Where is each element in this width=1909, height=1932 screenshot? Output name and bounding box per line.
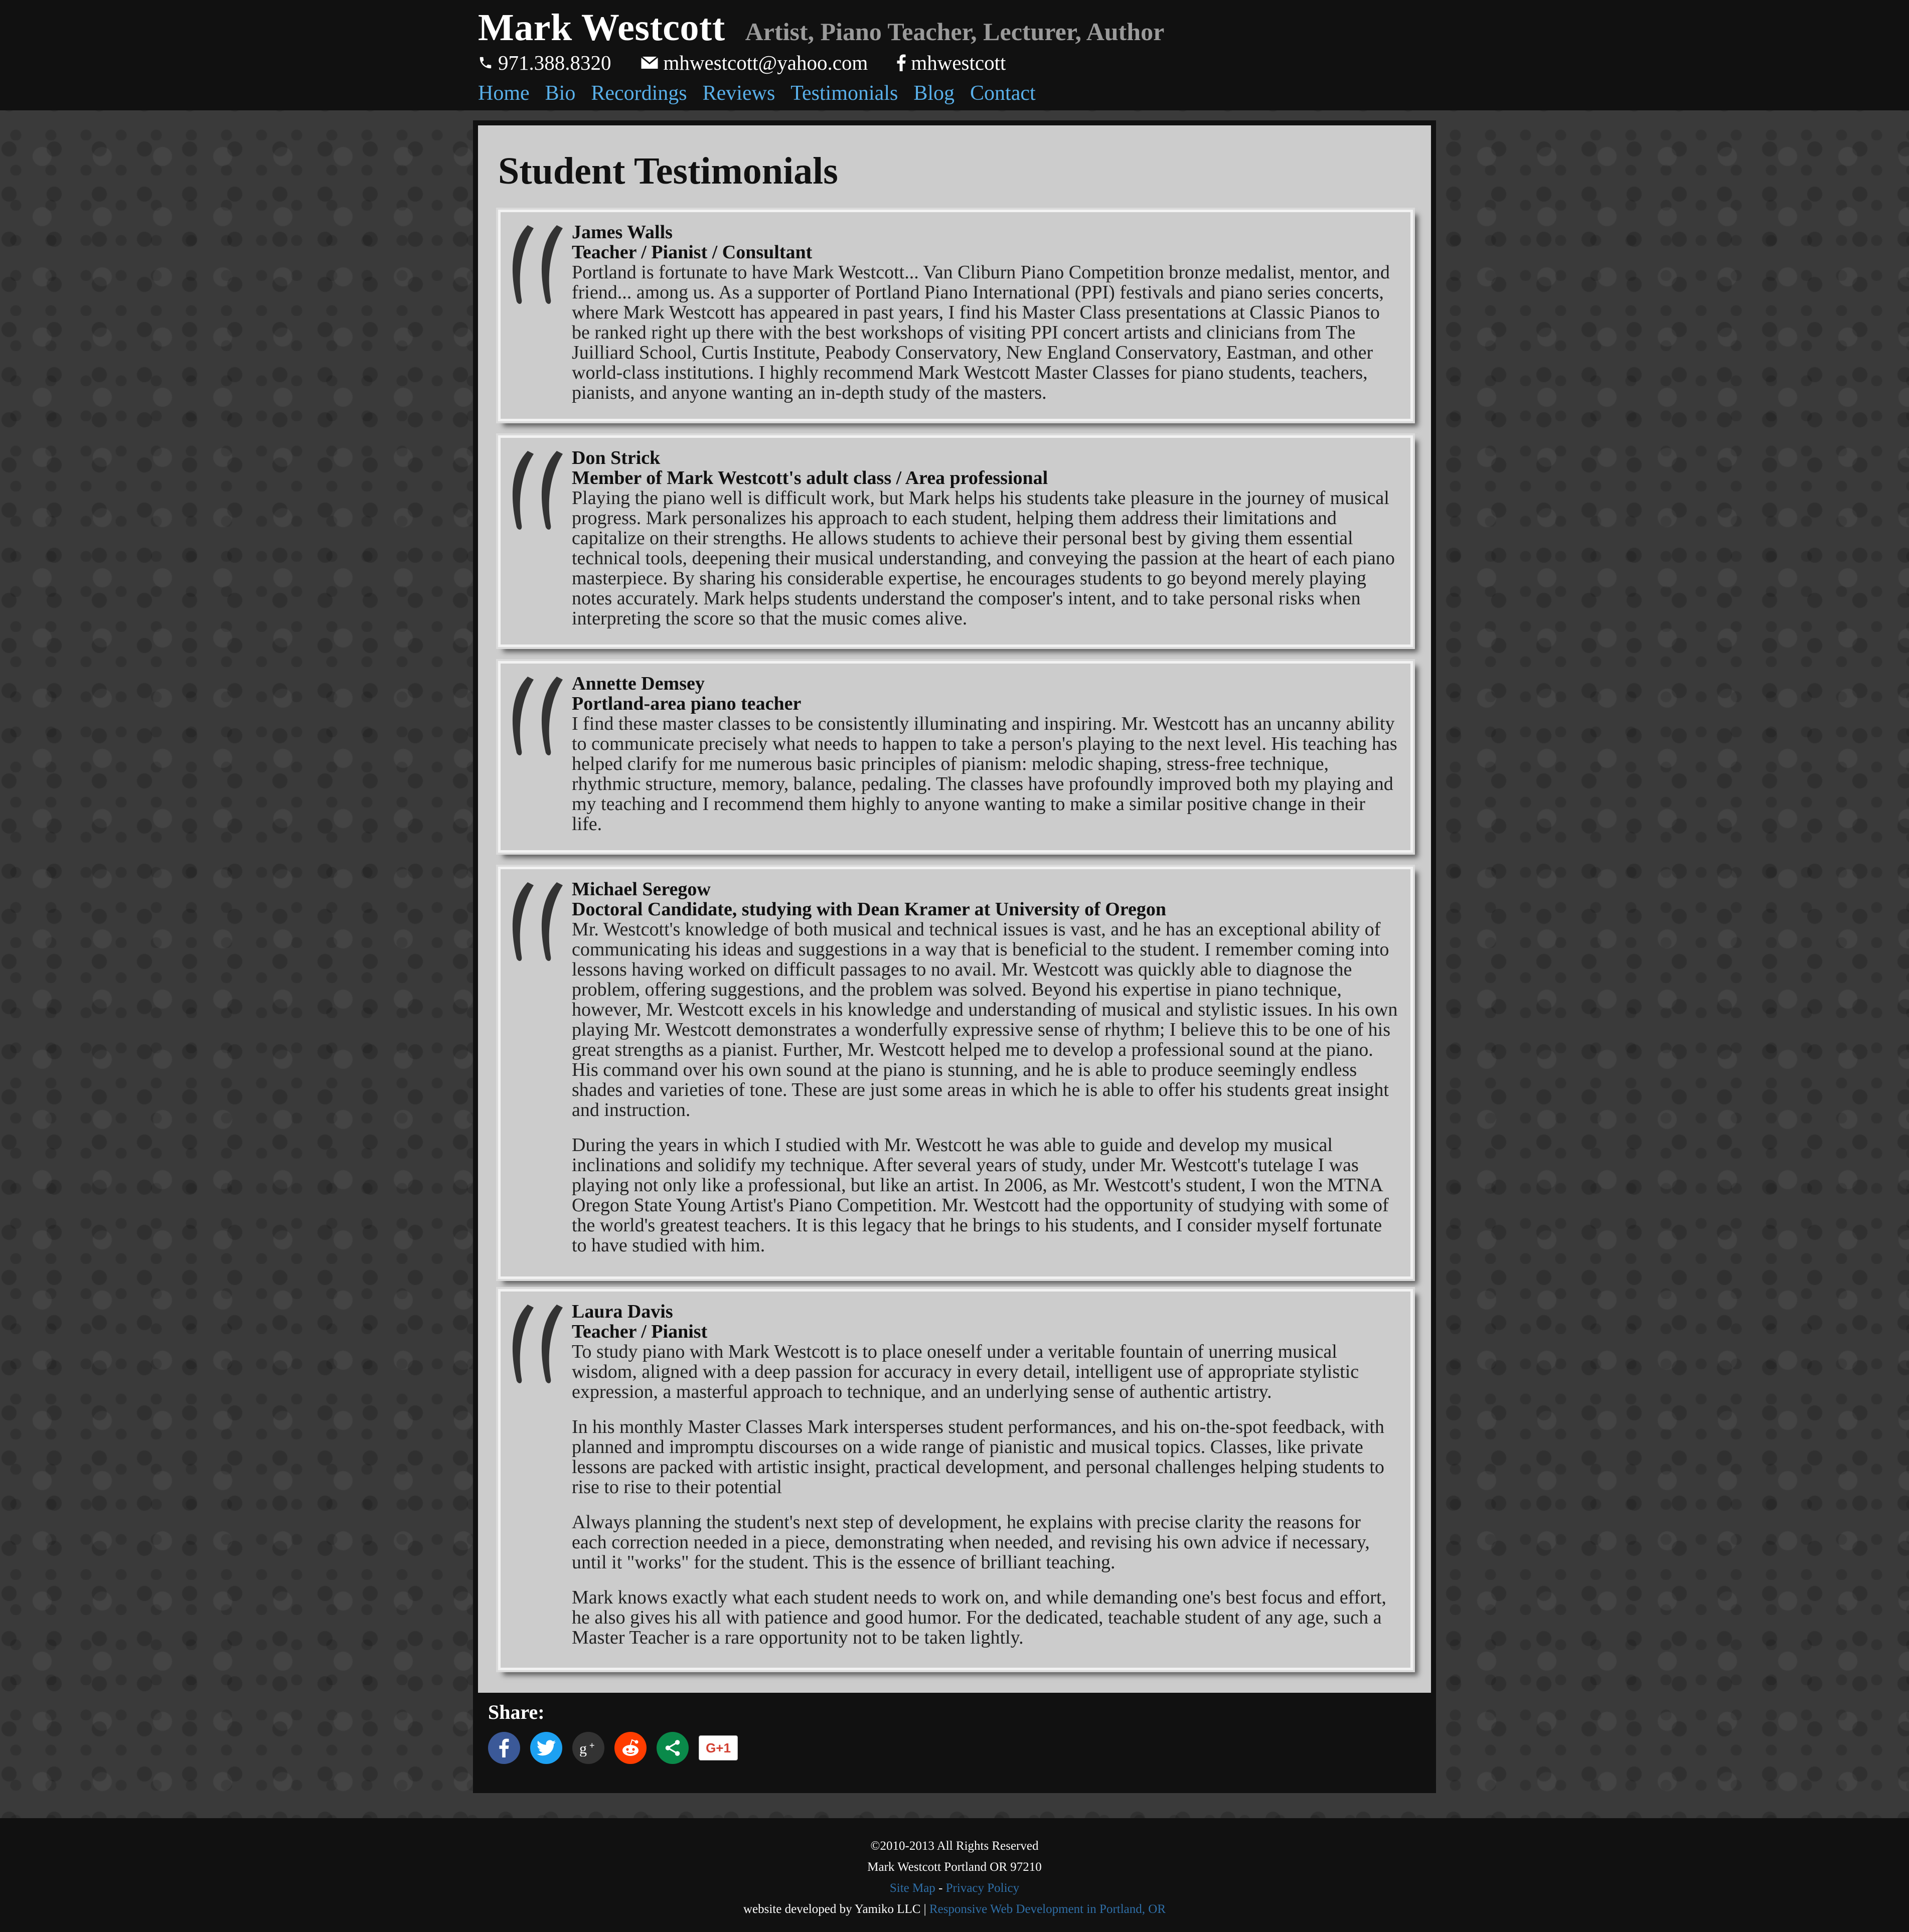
testimonial-role: Teacher / Pianist / Consultant (572, 242, 813, 263)
testimonial-text: To study piano with Mark Westcott is to … (572, 1341, 1359, 1402)
nav-reviews[interactable]: Reviews (703, 81, 775, 105)
privacy-policy-link[interactable]: Privacy Policy (946, 1881, 1020, 1895)
facebook-f-icon (897, 54, 906, 71)
nav-blog[interactable]: Blog (913, 81, 955, 105)
testimonial-card: Annette Demsey Portland-area piano teach… (496, 659, 1415, 855)
testimonial-text: I find these master classes to be consis… (572, 713, 1397, 835)
nav-recordings[interactable]: Recordings (591, 81, 687, 105)
testimonial-role: Teacher / Pianist (572, 1321, 708, 1342)
contact-row: 971.388.8320 mhwestcott@yahoo.com mhwest… (478, 49, 1431, 76)
phone-icon (480, 57, 492, 69)
testimonial-text: Mr. Westcott's knowledge of both musical… (572, 919, 1398, 1120)
share-label: Share: (488, 1701, 545, 1723)
quote-mark-icon (512, 882, 563, 961)
page-title: Student Testimonials (498, 150, 838, 192)
testimonial-name: Laura Davis (572, 1301, 673, 1322)
google-plus-icon[interactable]: g + (572, 1732, 604, 1764)
main-panel: Student Testimonials James Walls Teacher… (473, 120, 1436, 1793)
site-map-link[interactable]: Site Map (890, 1881, 935, 1895)
content-box: Student Testimonials James Walls Teacher… (478, 125, 1431, 1693)
facebook-handle[interactable]: mhwestcott (911, 51, 1006, 75)
testimonial-name: Annette Demsey (572, 673, 705, 694)
nav-contact[interactable]: Contact (970, 81, 1036, 105)
testimonial-text: Playing the piano well is difficult work… (572, 488, 1395, 629)
footer-separator: - (938, 1881, 943, 1895)
testimonial-name: Don Strick (572, 447, 661, 468)
reddit-icon[interactable] (614, 1732, 647, 1764)
testimonial-text: Always planning the student's next step … (572, 1512, 1370, 1573)
developer-credit: website developed by Yamiko LLC | (743, 1902, 926, 1916)
testimonial-card: Laura Davis Teacher / Pianist To study p… (496, 1287, 1415, 1672)
site-title[interactable]: Mark Westcott (478, 7, 725, 48)
testimonial-role: Member of Mark Westcott's adult class / … (572, 467, 1048, 489)
testimonial-card: Don Strick Member of Mark Westcott's adu… (496, 433, 1415, 649)
phone-contact: 971.388.8320 (478, 51, 611, 75)
envelope-icon (641, 56, 658, 69)
svg-text:g: g (579, 1740, 587, 1756)
email-contact[interactable]: mhwestcott@yahoo.com (641, 51, 868, 75)
quote-mark-icon (512, 225, 563, 304)
site-footer: ©2010-2013 All Rights Reserved Mark West… (0, 1818, 1909, 1932)
footer-address: Mark Westcott Portland OR 97210 (867, 1860, 1042, 1874)
footer-developer: website developed by Yamiko LLC | Respon… (0, 1899, 1909, 1920)
nav-testimonials[interactable]: Testimonials (790, 81, 898, 105)
testimonial-card: Michael Seregow Doctoral Candidate, stud… (496, 865, 1415, 1281)
facebook-contact[interactable]: mhwestcott (897, 51, 1006, 75)
share-icons: g + G+1 (488, 1732, 738, 1764)
quote-mark-icon (512, 1305, 563, 1383)
email-address[interactable]: mhwestcott@yahoo.com (664, 51, 868, 75)
share-section: Share: g + G+1 (488, 1700, 738, 1764)
twitter-icon[interactable] (530, 1732, 562, 1764)
testimonial-card: James Walls Teacher / Pianist / Consulta… (496, 208, 1415, 423)
site-tagline: Artist, Piano Teacher, Lecturer, Author (745, 18, 1165, 46)
developer-link[interactable]: Responsive Web Development in Portland, … (929, 1902, 1166, 1916)
site-header: Mark Westcott Artist, Piano Teacher, Lec… (0, 0, 1909, 110)
testimonial-text: In his monthly Master Classes Mark inter… (572, 1416, 1384, 1498)
testimonial-role: Doctoral Candidate, studying with Dean K… (572, 899, 1166, 920)
footer-links: Site Map - Privacy Policy (0, 1878, 1909, 1899)
google-plus-one-icon[interactable]: G+1 (699, 1735, 738, 1760)
testimonial-text: Mark knows exactly what each student nee… (572, 1587, 1386, 1648)
svg-text:+: + (589, 1740, 595, 1750)
quote-mark-icon (512, 451, 563, 530)
testimonial-name: James Walls (572, 222, 673, 243)
testimonial-text: Portland is fortunate to have Mark Westc… (572, 262, 1390, 403)
testimonial-role: Portland-area piano teacher (572, 693, 802, 714)
facebook-icon[interactable] (488, 1732, 520, 1764)
share-icon[interactable] (657, 1732, 689, 1764)
phone-number: 971.388.8320 (498, 51, 611, 74)
testimonial-name: Michael Seregow (572, 879, 711, 900)
nav-home[interactable]: Home (478, 81, 530, 105)
footer-copyright: ©2010-2013 All Rights Reserved (870, 1839, 1039, 1853)
main-nav: Home Bio Recordings Reviews Testimonials… (478, 77, 1431, 109)
testimonial-text: During the years in which I studied with… (572, 1135, 1389, 1256)
nav-bio[interactable]: Bio (545, 81, 576, 105)
quote-mark-icon (512, 677, 563, 755)
